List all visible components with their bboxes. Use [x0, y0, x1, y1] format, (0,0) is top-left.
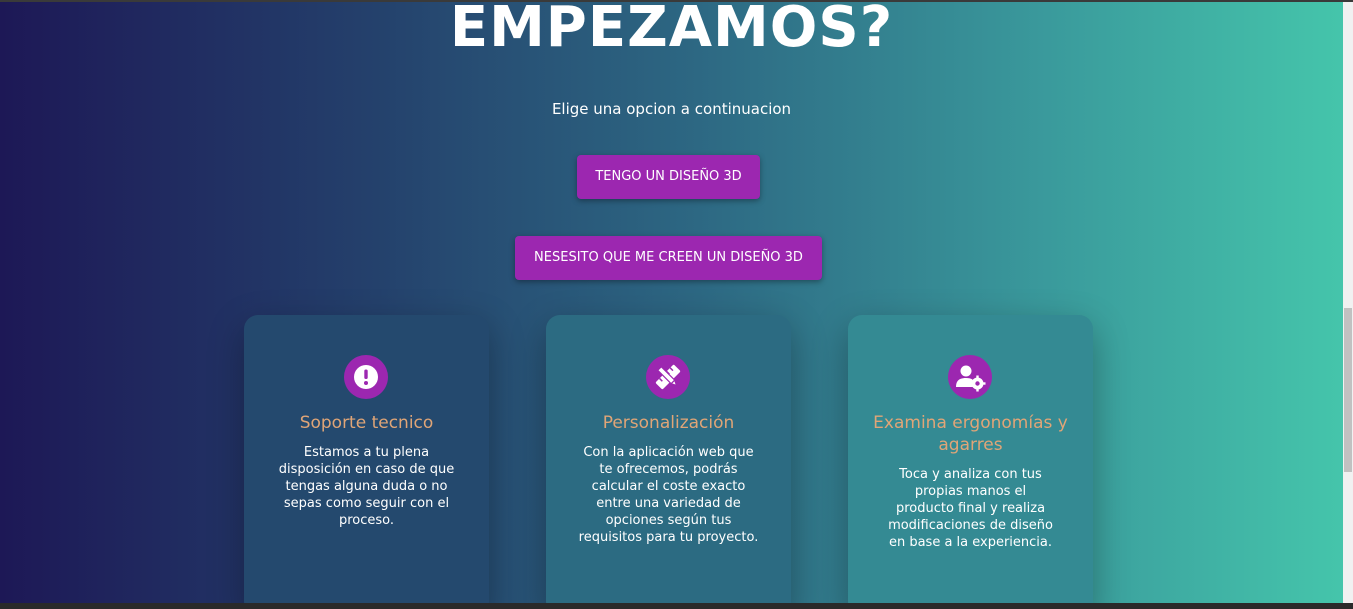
card-title: Personalización: [602, 413, 735, 433]
page-title: EMPEZAMOS?: [449, 2, 894, 60]
pencil-ruler-icon: [646, 355, 690, 399]
page-section: EMPEZAMOS? Elige una opcion a continuaci…: [0, 2, 1343, 603]
need-design-button[interactable]: NESESITO QUE ME CREEN UN DISEÑO 3D: [515, 236, 822, 280]
card-title: Soporte tecnico: [299, 413, 434, 433]
card-text: Estamos a tu plena disposición en caso d…: [278, 445, 455, 528]
card-text: Toca y analiza con tus propias manos el …: [888, 467, 1053, 550]
feature-card-support: Soporte tecnico Estamos a tu plena dispo…: [244, 315, 489, 603]
card-text: Con la aplicación web que te ofrecemos, …: [578, 445, 759, 545]
user-gear-icon: [948, 355, 992, 399]
feature-card-ergonomics: Examina ergonomías y agarres Toca y anal…: [848, 315, 1093, 603]
vertical-scrollbar[interactable]: [1343, 2, 1353, 603]
exclamation-icon: [344, 355, 388, 399]
have-design-button[interactable]: TENGO UN DISEÑO 3D: [577, 155, 760, 199]
scrollbar-thumb[interactable]: [1344, 308, 1352, 472]
window-bottom-border: [0, 603, 1353, 609]
feature-card-customization: Personalización Con la aplicación web qu…: [546, 315, 791, 603]
card-title: Examina ergonomías y agarres: [873, 413, 1068, 455]
page-subtitle: Elige una opcion a continuacion: [551, 100, 792, 118]
